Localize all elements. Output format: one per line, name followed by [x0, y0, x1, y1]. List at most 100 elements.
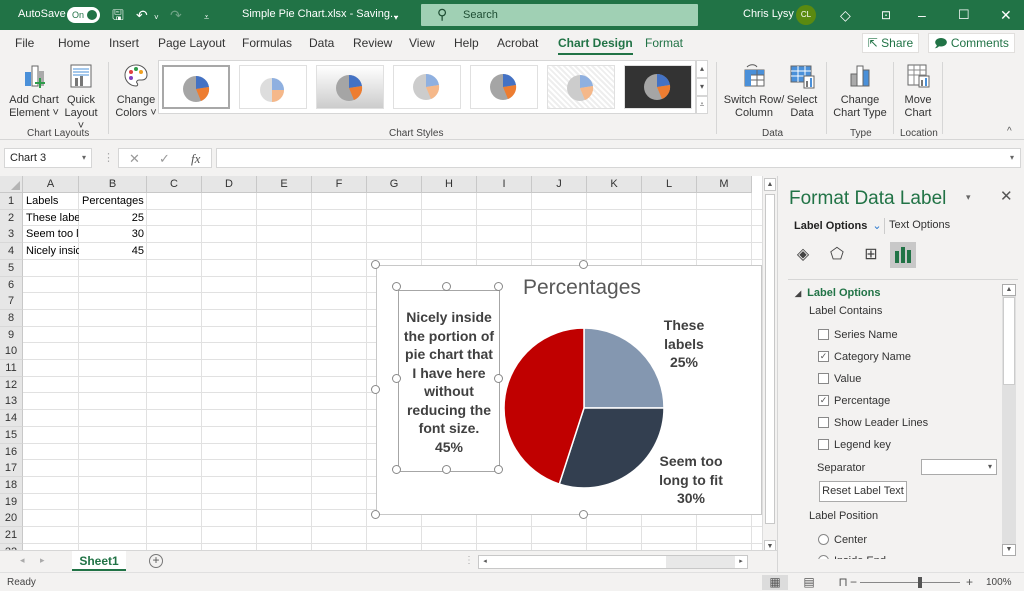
normal-view-icon[interactable]: ▦ [762, 575, 788, 590]
checkbox[interactable]: ✓ [818, 350, 829, 362]
pie-chart[interactable]: Percentages Nicely inside the portion of p… [376, 265, 762, 515]
checkbox[interactable] [818, 372, 829, 384]
column-header-c[interactable]: C [147, 176, 202, 193]
checkbox[interactable] [818, 328, 829, 340]
column-header-k[interactable]: K [587, 176, 642, 193]
resize-handle[interactable] [392, 465, 401, 474]
data-label-nicely-inside[interactable]: Nicely inside the portion of pie chart tha… [398, 308, 500, 456]
chart-style-5[interactable] [470, 65, 538, 109]
tab-view[interactable]: View [409, 36, 435, 50]
diamond-icon[interactable]: ◇ [840, 6, 851, 24]
chart-style-1[interactable] [162, 65, 230, 109]
share-button[interactable]: ⇱ Share [862, 33, 919, 53]
minimize-icon[interactable]: – [918, 6, 926, 24]
row-header-3[interactable]: 3 [0, 226, 23, 244]
checkbox-percentage[interactable]: ✓ Percentage [818, 394, 890, 407]
split-handle-icon[interactable]: ⋮ [464, 555, 474, 566]
data-label-seem-too-long[interactable]: Seem too long to fit 30% [652, 452, 730, 508]
row-header-2[interactable]: 2 [0, 209, 23, 227]
close-icon[interactable]: ✕ [1000, 6, 1012, 24]
tab-review[interactable]: Review [353, 36, 392, 50]
resize-handle[interactable] [392, 374, 401, 383]
tab-text-options[interactable]: Text Options [889, 219, 950, 231]
reset-label-text-button[interactable]: Reset Label Text [819, 481, 907, 502]
tab-chart-design[interactable]: Chart Design [558, 36, 633, 55]
column-header-a[interactable]: A [23, 176, 79, 193]
row-header-18[interactable]: 18 [0, 476, 23, 494]
pane-close-icon[interactable]: ✕ [1000, 187, 1013, 205]
pane-options-icon[interactable]: ▾ [966, 192, 971, 203]
zoom-slider-thumb[interactable] [918, 577, 922, 588]
row-header-12[interactable]: 12 [0, 376, 23, 394]
quick-layout-button[interactable]: Quick Layout ˅ [60, 62, 102, 133]
row-header-15[interactable]: 15 [0, 426, 23, 444]
tab-page-layout[interactable]: Page Layout [158, 36, 225, 50]
maximize-icon[interactable]: ☐ [958, 6, 970, 24]
resize-handle[interactable] [494, 465, 503, 474]
chart-style-2[interactable] [239, 65, 307, 109]
radio-center[interactable]: Center [818, 533, 867, 546]
row-header-11[interactable]: 11 [0, 360, 23, 377]
scroll-right-button[interactable]: ▸ [735, 556, 747, 568]
zoom-in-button[interactable]: + [966, 575, 973, 589]
undo-dropdown-icon[interactable]: ˅ [154, 9, 159, 27]
prev-sheet-icon[interactable]: ◂ [20, 555, 25, 566]
tab-insert[interactable]: Insert [109, 36, 139, 50]
data-label-these-labels[interactable]: These labels 25% [647, 316, 721, 372]
gallery-up-button[interactable]: ▴ [696, 60, 708, 78]
cell-a2[interactable]: These labe [23, 210, 79, 227]
cell-b2[interactable]: 25 [79, 210, 147, 227]
cell-b4[interactable]: 45 [79, 243, 147, 260]
effects-icon[interactable]: ⬠ [824, 242, 850, 268]
fill-line-icon[interactable]: ◈ [790, 242, 816, 268]
switch-row-column-button[interactable]: Switch Row/ Column [722, 62, 786, 120]
column-header-d[interactable]: D [202, 176, 257, 193]
cancel-icon[interactable]: ✕ [129, 151, 140, 167]
row-header-6[interactable]: 6 [0, 276, 23, 294]
scroll-left-button[interactable]: ◂ [479, 556, 491, 568]
zoom-level[interactable]: 100% [986, 577, 1012, 588]
row-header-9[interactable]: 9 [0, 326, 23, 344]
zoom-out-button[interactable]: − [850, 575, 857, 589]
change-colors-button[interactable]: Change Colors ˅ [114, 62, 158, 120]
resize-handle[interactable] [442, 282, 451, 291]
cell-b3[interactable]: 30 [79, 226, 147, 243]
column-header-l[interactable]: L [642, 176, 697, 193]
resize-handle[interactable] [442, 465, 451, 474]
zoom-slider[interactable] [860, 582, 960, 583]
save-icon[interactable]: 🖫 [112, 6, 124, 24]
resize-handle[interactable] [371, 260, 380, 269]
size-properties-icon[interactable]: ⊞ [858, 242, 884, 268]
checkbox-legend-key[interactable]: Legend key [818, 438, 891, 451]
column-header-e[interactable]: E [257, 176, 312, 193]
column-header-j[interactable]: J [532, 176, 587, 193]
cell-a3[interactable]: Seem too l [23, 226, 79, 243]
row-header-20[interactable]: 20 [0, 510, 23, 528]
undo-icon[interactable]: ↶ [136, 6, 148, 24]
radio-inside-end[interactable]: Inside End [818, 554, 886, 559]
insert-function-icon[interactable]: fx [191, 151, 200, 167]
row-header-7[interactable]: 7 [0, 293, 23, 311]
checkbox[interactable] [818, 438, 829, 450]
tab-formulas[interactable]: Formulas [242, 36, 292, 50]
resize-handle[interactable] [579, 510, 588, 519]
row-header-4[interactable]: 4 [0, 243, 23, 261]
checkbox-category-name[interactable]: ✓ Category Name [818, 350, 911, 363]
page-layout-view-icon[interactable]: ▤ [796, 575, 822, 590]
add-sheet-button[interactable]: + [149, 554, 163, 568]
horizontal-scrollbar[interactable]: ◂ ▸ [478, 555, 748, 569]
resize-handle[interactable] [371, 385, 380, 394]
column-header-h[interactable]: H [422, 176, 477, 193]
search-box[interactable]: ⚲ Search [421, 4, 698, 26]
next-sheet-icon[interactable]: ▸ [40, 555, 45, 566]
tab-home[interactable]: Home [58, 36, 90, 50]
radio-button[interactable] [818, 554, 829, 559]
change-chart-type-button[interactable]: Change Chart Type [830, 62, 890, 120]
name-box[interactable]: Chart 3 ▾ [4, 148, 92, 168]
checkbox-show-leader-lines[interactable]: Show Leader Lines [818, 416, 928, 429]
vertical-scrollbar[interactable]: ▲ ▼ [762, 176, 777, 553]
gallery-more-button[interactable]: ⩡ [696, 96, 708, 114]
checkbox[interactable] [818, 416, 829, 428]
tab-help[interactable]: Help [454, 36, 479, 50]
tab-format[interactable]: Format [645, 36, 683, 50]
